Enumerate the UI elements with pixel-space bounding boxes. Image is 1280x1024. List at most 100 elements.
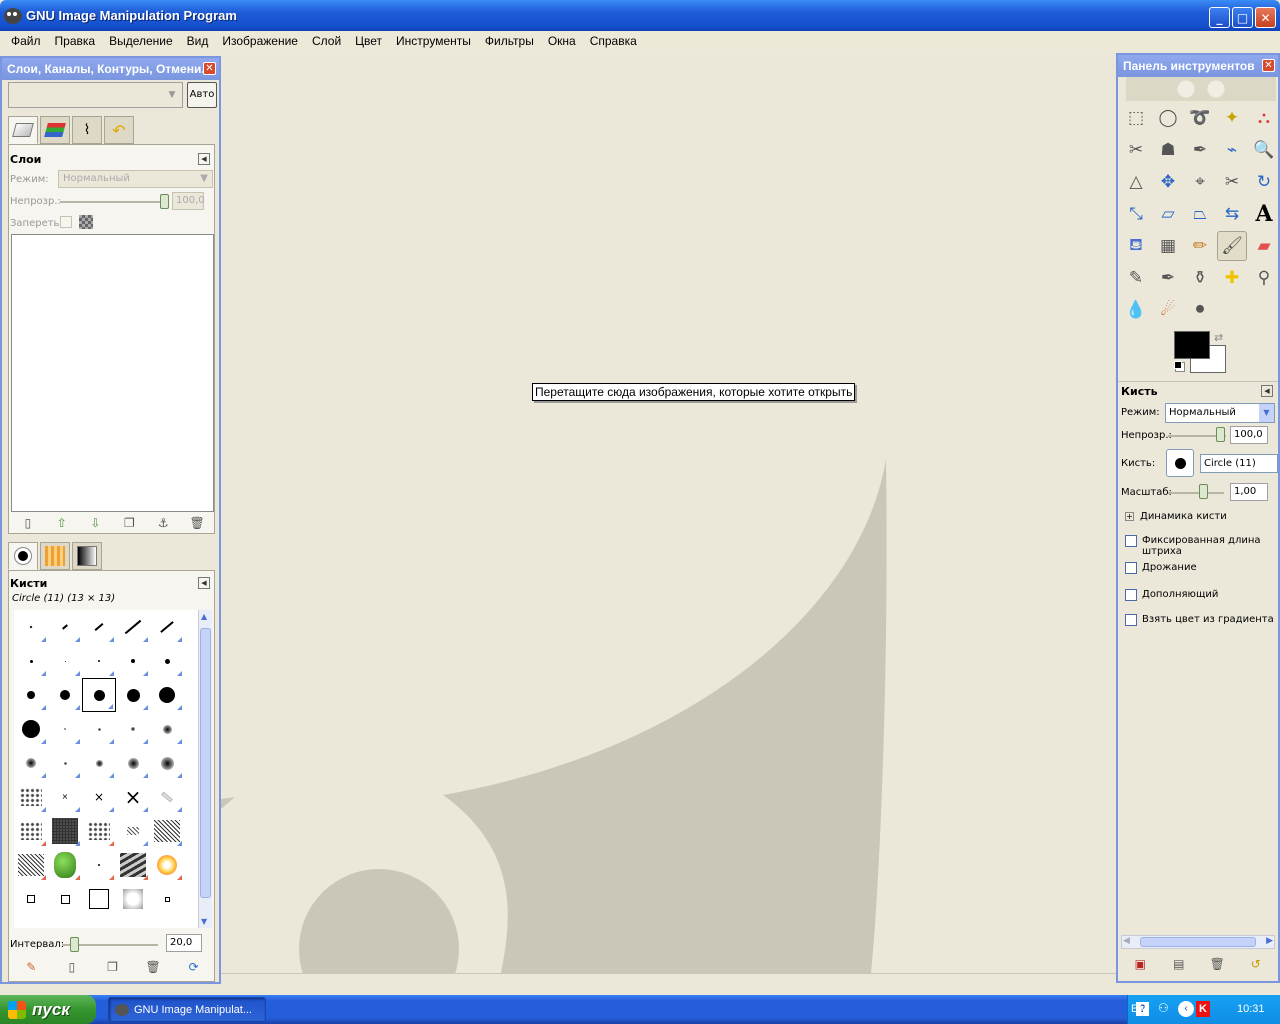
network-icon[interactable]: ⚇	[1158, 1001, 1169, 1015]
brush-thumbnail[interactable]	[48, 644, 82, 678]
brush-thumbnail[interactable]	[48, 746, 82, 780]
brush-thumbnail[interactable]	[82, 814, 116, 848]
anchor-layer-icon[interactable]: ⚓	[156, 516, 170, 530]
clock[interactable]: 10:31	[1237, 1003, 1265, 1015]
brush-thumbnail[interactable]: ×	[82, 780, 116, 814]
tool-brush-preview[interactable]	[1166, 449, 1194, 477]
language-indicator[interactable]: EN	[1131, 1003, 1146, 1015]
tab-undo[interactable]: ↶	[104, 116, 134, 144]
brush-thumbnail[interactable]	[150, 814, 184, 848]
layers-dock-title[interactable]: Слои, Каналы, Контуры, Отмени...	[2, 58, 219, 80]
flip-tool-button[interactable]: ⇆	[1217, 199, 1247, 229]
brush-thumbnail[interactable]	[150, 712, 184, 746]
brush-thumbnail[interactable]	[116, 644, 150, 678]
brush-thumbnail[interactable]	[116, 814, 150, 848]
brush-thumbnail[interactable]	[14, 814, 48, 848]
brush-thumbnail[interactable]	[116, 848, 150, 882]
tool-brush-name-field[interactable]: Circle (11)	[1200, 454, 1278, 473]
brush-thumbnail[interactable]	[82, 712, 116, 746]
color-select-tool-button[interactable]: ⛬	[1249, 103, 1279, 133]
menu-colors[interactable]: Цвет	[348, 34, 389, 48]
brush-thumbnail[interactable]	[82, 644, 116, 678]
tab-patterns[interactable]	[40, 542, 70, 570]
brush-thumbnail[interactable]	[14, 678, 48, 712]
refresh-brushes-icon[interactable]: ⟳	[187, 960, 201, 974]
brush-thumbnail[interactable]	[150, 746, 184, 780]
tab-brushes[interactable]	[8, 542, 38, 570]
tool-scale-knob[interactable]	[1199, 484, 1208, 499]
section-menu-icon[interactable]: ◀	[1261, 385, 1273, 397]
gradient-color-checkbox[interactable]	[1125, 614, 1137, 626]
brush-thumbnail[interactable]	[150, 780, 184, 814]
tool-opacity-knob[interactable]	[1216, 427, 1225, 442]
brush-thumbnail[interactable]	[150, 848, 184, 882]
menu-file[interactable]: Файл	[4, 34, 48, 48]
paintbrush-tool-button[interactable]: 🖌	[1217, 231, 1247, 261]
blur-tool-button[interactable]: 💧	[1121, 295, 1151, 325]
incremental-checkbox[interactable]	[1125, 589, 1137, 601]
foreground-select-tool-button[interactable]: ☗	[1153, 135, 1183, 165]
brush-thumbnail[interactable]	[48, 814, 82, 848]
brush-thumbnail[interactable]: ×	[116, 780, 150, 814]
layer-opacity-knob[interactable]	[160, 194, 169, 209]
brush-thumbnail[interactable]	[82, 746, 116, 780]
brush-interval-spin[interactable]: 20,0	[166, 934, 202, 952]
toolbox-close-icon[interactable]: ✕	[1262, 59, 1275, 72]
reset-options-icon[interactable]: ↺	[1249, 957, 1263, 971]
perspective-tool-button[interactable]: ⏢	[1185, 199, 1215, 229]
tool-scale-spin[interactable]: 1,00	[1230, 483, 1268, 501]
brush-interval-knob[interactable]	[70, 937, 79, 952]
menu-image[interactable]: Изображение	[215, 34, 305, 48]
brush-thumbnail[interactable]	[82, 882, 116, 916]
brush-thumbnail[interactable]	[14, 610, 48, 644]
delete-options-icon[interactable]: 🗑	[1210, 957, 1225, 971]
foreground-color-swatch-top[interactable]	[1174, 331, 1210, 359]
fuzzy-select-tool-button[interactable]: ✦	[1217, 103, 1247, 133]
toolbox-title[interactable]: Панель инструментов	[1118, 55, 1278, 77]
brush-thumbnail[interactable]	[48, 678, 82, 712]
menu-edit[interactable]: Правка	[48, 34, 103, 48]
perspective-clone-tool-button[interactable]: ⚲	[1249, 263, 1279, 293]
brushes-scrollbar[interactable]: ▲ ▼	[198, 610, 212, 928]
measure-tool-button[interactable]: △	[1121, 167, 1151, 197]
scroll-left-icon[interactable]: ◀	[1123, 936, 1130, 946]
dock-close-icon[interactable]: ✕	[203, 62, 216, 75]
free-select-tool-button[interactable]: ➰	[1185, 103, 1215, 133]
tab-layers[interactable]	[8, 116, 38, 144]
tool-mode-combo[interactable]: Нормальный ▼	[1165, 403, 1275, 423]
brush-thumbnail[interactable]	[150, 882, 184, 916]
brush-thumbnail[interactable]	[150, 678, 184, 712]
brush-thumbnail[interactable]	[48, 882, 82, 916]
brush-thumbnail[interactable]	[82, 678, 116, 712]
brush-thumbnail[interactable]	[116, 610, 150, 644]
layer-opacity-slider[interactable]	[60, 201, 165, 203]
tab-paths[interactable]: ⌇	[72, 116, 102, 144]
minimize-button[interactable]: _	[1209, 7, 1230, 28]
lower-layer-icon[interactable]: ⇩	[89, 516, 103, 530]
brush-thumbnail[interactable]	[48, 712, 82, 746]
brush-thumbnail[interactable]	[116, 678, 150, 712]
new-brush-icon[interactable]: ▯	[65, 960, 79, 974]
tab-channels[interactable]	[40, 116, 70, 144]
menu-windows[interactable]: Окна	[541, 34, 583, 48]
brush-thumbnail[interactable]	[48, 848, 82, 882]
lock-alpha-icon[interactable]	[79, 215, 93, 229]
airbrush-tool-button[interactable]: ✎	[1121, 263, 1151, 293]
tab-gradients[interactable]	[72, 542, 102, 570]
brushes-grid[interactable]: × × ×	[14, 610, 200, 928]
brush-thumbnail[interactable]	[14, 644, 48, 678]
delete-brush-icon[interactable]: 🗑	[145, 960, 160, 974]
rect-select-tool-button[interactable]: ⬚	[1121, 103, 1151, 133]
brush-dynamics-expander[interactable]: Динамика кисти	[1140, 511, 1227, 522]
expand-icon[interactable]: +	[1125, 512, 1134, 521]
fixed-stroke-checkbox[interactable]	[1125, 535, 1137, 547]
window-titlebar[interactable]: GNU Image Manipulation Program _ □ ✕	[0, 0, 1280, 31]
lock-pixels-checkbox[interactable]	[60, 216, 72, 228]
brush-thumbnail[interactable]	[116, 746, 150, 780]
delete-layer-icon[interactable]: 🗑	[189, 516, 204, 530]
image-selector-combo[interactable]: ▼	[8, 82, 183, 108]
layer-opacity-spin[interactable]: 100,0	[172, 192, 205, 210]
empty-canvas-drop-area[interactable]: Перетащите сюда изображения, которые хот…	[221, 51, 1116, 973]
clone-tool-button[interactable]: ⚱	[1185, 263, 1215, 293]
save-options-icon[interactable]: ▣	[1133, 957, 1147, 971]
